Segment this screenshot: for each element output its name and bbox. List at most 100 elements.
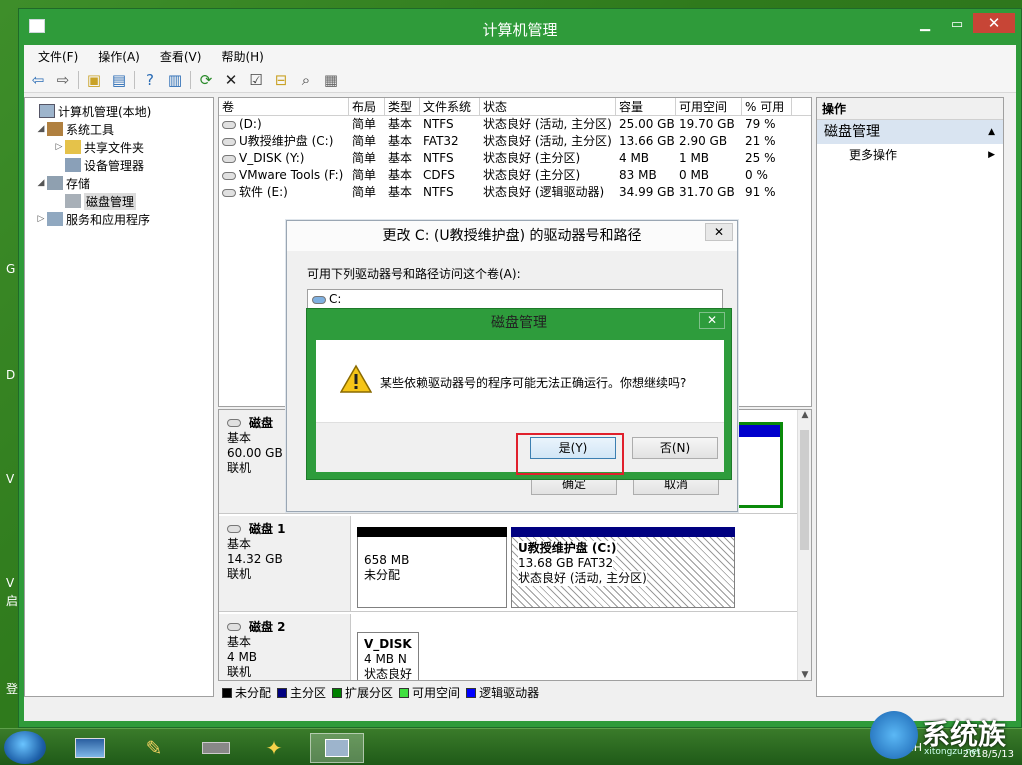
column-header-free-space[interactable]: 可用空间 xyxy=(676,98,742,115)
legend-item: 可用空间 xyxy=(399,684,460,701)
collapse-twisty[interactable]: ◢ xyxy=(35,124,47,134)
minimize-button[interactable]: ▁ xyxy=(911,15,939,35)
column-header-filesystem[interactable]: 文件系统 xyxy=(420,98,480,115)
disk-tool-icon[interactable]: ▦ xyxy=(321,70,341,90)
partition-label: U教授维护盘 (C:) xyxy=(518,541,617,556)
tree-item-disk-management[interactable]: 磁盘管理 xyxy=(25,192,213,210)
expand-twisty[interactable]: ▷ xyxy=(53,142,65,152)
tree-item-system-tools[interactable]: ◢ 系统工具 xyxy=(25,120,213,138)
yes-button[interactable]: 是(Y) xyxy=(530,437,616,459)
column-header-volume[interactable]: 卷 xyxy=(219,98,349,115)
properties-icon[interactable]: ☑ xyxy=(246,70,266,90)
volume-type: 基本 xyxy=(388,185,413,199)
collapse-twisty[interactable]: ◢ xyxy=(35,178,47,188)
help-icon[interactable]: ? xyxy=(140,70,160,90)
disk-icon xyxy=(227,525,241,533)
partition-unallocated[interactable]: 658 MB 未分配 xyxy=(357,527,507,608)
up-folder-icon[interactable]: ▣ xyxy=(84,70,104,90)
close-button[interactable]: ✕ xyxy=(973,13,1015,33)
hardware-icon[interactable] xyxy=(196,733,236,763)
expand-twisty[interactable]: ▷ xyxy=(35,214,47,224)
partition-label xyxy=(364,541,500,553)
disk-size: 4 MB xyxy=(227,650,258,664)
refresh-icon[interactable]: ⟳ xyxy=(196,70,216,90)
start-button[interactable] xyxy=(4,731,46,764)
computer-icon xyxy=(39,104,55,118)
table-row[interactable]: (D:) 简单 基本 NTFS 状态良好 (活动, 主分区) 25.00 GB … xyxy=(219,116,811,133)
desktop-icon[interactable] xyxy=(70,733,110,763)
table-row[interactable]: V_DISK (Y:) 简单 基本 NTFS 状态良好 (主分区) 4 MB 1… xyxy=(219,150,811,167)
drive-icon xyxy=(312,295,326,304)
close-icon[interactable]: ✕ xyxy=(705,223,733,241)
table-row[interactable]: VMware Tools (F:) 简单 基本 CDFS 状态良好 (主分区) … xyxy=(219,167,811,184)
disk-management-icon xyxy=(65,194,81,208)
desktop-icon-label: 启 xyxy=(6,594,19,608)
partition-v-disk[interactable]: V_DISK 4 MB N 状态良好 xyxy=(357,632,419,680)
maximize-button[interactable]: ▭ xyxy=(943,15,971,35)
volume-layout: 简单 xyxy=(352,151,377,165)
list-item[interactable]: C: xyxy=(329,292,341,306)
volume-list-header: 卷 布局 类型 文件系统 状态 容量 可用空间 % 可用 xyxy=(219,98,811,116)
disk-row[interactable]: 磁盘 2 基本 4 MB 联机 V_DISK 4 MB N 状态良好 xyxy=(219,614,797,680)
navigation-tree: 计算机管理(本地) ◢ 系统工具 ▷ 共享文件夹 设备管理器 ◢ 存储 磁盘管理… xyxy=(24,97,214,697)
drive-icon xyxy=(222,188,236,197)
tree-item-label: 共享文件夹 xyxy=(84,140,145,155)
actions-section-disk-management[interactable]: 磁盘管理 ▲ xyxy=(817,120,1003,144)
primary-partition-bar xyxy=(511,527,735,537)
volume-name: V_DISK (Y:) xyxy=(239,151,305,165)
desktop-icon-label: G xyxy=(6,262,16,276)
column-header-percent-free[interactable]: % 可用 xyxy=(742,98,792,115)
partition-status: 未分配 xyxy=(364,568,401,582)
forward-icon[interactable]: ⇨ xyxy=(53,70,73,90)
taskbar: ✎ ✦ CH 2018/5/13 系统族 xitongzu.net xyxy=(0,711,1022,765)
column-header-type[interactable]: 类型 xyxy=(385,98,420,115)
title-bar: 计算机管理 ▁ ▭ ✕ xyxy=(19,9,1021,45)
table-row[interactable]: U教授维护盘 (C:) 简单 基本 FAT32 状态良好 (活动, 主分区) 1… xyxy=(219,133,811,150)
column-header-status[interactable]: 状态 xyxy=(480,98,616,115)
menu-action[interactable]: 操作(A) xyxy=(88,48,150,65)
column-header-capacity[interactable]: 容量 xyxy=(616,98,676,115)
open-folder-icon[interactable]: ⊟ xyxy=(271,70,291,90)
computer-management-taskbar-icon[interactable] xyxy=(310,733,364,763)
volume-type: 基本 xyxy=(388,168,413,182)
image-tool-icon[interactable]: ✦ xyxy=(254,733,294,763)
partition-block[interactable] xyxy=(735,422,783,508)
no-button[interactable]: 否(N) xyxy=(632,437,718,459)
volume-capacity: 13.66 GB xyxy=(619,134,675,148)
volume-layout: 简单 xyxy=(352,117,377,131)
paint-icon[interactable]: ✎ xyxy=(134,733,174,763)
tree-item-label: 设备管理器 xyxy=(84,158,145,173)
volume-capacity: 25.00 GB xyxy=(619,117,675,131)
volume-layout: 简单 xyxy=(352,134,377,148)
column-header-layout[interactable]: 布局 xyxy=(349,98,385,115)
tree-item-shared-folders[interactable]: ▷ 共享文件夹 xyxy=(25,138,213,156)
tree-item-services-apps[interactable]: ▷ 服务和应用程序 xyxy=(25,210,213,228)
tree-item-device-manager[interactable]: 设备管理器 xyxy=(25,156,213,174)
dialog-title: 磁盘管理 xyxy=(491,315,547,331)
delete-icon[interactable]: ✕ xyxy=(221,70,241,90)
disk-type: 基本 xyxy=(227,537,252,551)
back-icon[interactable]: ⇦ xyxy=(28,70,48,90)
tree-item-storage[interactable]: ◢ 存储 xyxy=(25,174,213,192)
menu-help[interactable]: 帮助(H) xyxy=(211,48,273,65)
table-row[interactable]: 软件 (E:) 简单 基本 NTFS 状态良好 (逻辑驱动器) 34.99 GB… xyxy=(219,184,811,201)
close-icon[interactable]: ✕ xyxy=(699,312,725,329)
show-hide-action-icon[interactable]: ▥ xyxy=(165,70,185,90)
show-hide-tree-icon[interactable]: ▤ xyxy=(109,70,129,90)
more-actions-item[interactable]: 更多操作 ▶ xyxy=(817,144,1003,166)
menu-file[interactable]: 文件(F) xyxy=(28,48,88,65)
scrollbar-thumb[interactable] xyxy=(800,430,809,550)
volume-status: 状态良好 (主分区) xyxy=(483,151,581,165)
disk-row[interactable]: 磁盘 1 基本 14.32 GB 联机 658 MB 未分配 U教授维护盘 (C… xyxy=(219,516,797,612)
legend-label: 扩展分区 xyxy=(345,685,394,700)
menu-view[interactable]: 查看(V) xyxy=(150,48,212,65)
partition-c-drive[interactable]: U教授维护盘 (C:) 13.68 GB FAT32 状态良好 (活动, 主分区… xyxy=(511,527,735,608)
drive-icon xyxy=(222,171,236,180)
tree-item-computer-management[interactable]: 计算机管理(本地) xyxy=(25,102,213,120)
disk-map-scrollbar[interactable]: ▲ ▼ xyxy=(797,410,811,680)
search-icon[interactable]: ⌕ xyxy=(296,70,316,90)
disk-icon xyxy=(227,419,241,427)
scroll-down-icon[interactable]: ▼ xyxy=(798,670,811,680)
collapse-icon[interactable]: ▲ xyxy=(988,120,995,144)
scroll-up-icon[interactable]: ▲ xyxy=(798,410,811,420)
